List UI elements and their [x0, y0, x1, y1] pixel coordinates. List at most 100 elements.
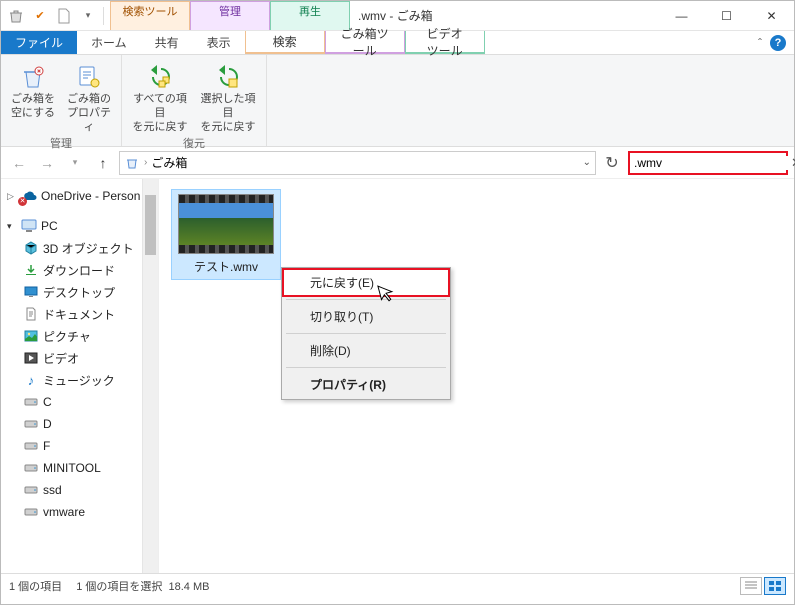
sidebar-item-onedrive[interactable]: ▷ ✕ OneDrive - Person: [1, 185, 158, 207]
sidebar-item-drive-ssd[interactable]: ssd: [1, 479, 158, 501]
help-icon[interactable]: ?: [770, 35, 786, 51]
sidebar-item-pc[interactable]: ▾ PC: [1, 215, 158, 237]
status-item-count: 1 個の項目: [9, 578, 62, 594]
tab-view[interactable]: 表示: [193, 31, 245, 54]
restore-selected-icon: [212, 61, 244, 93]
sidebar-item-label: PC: [41, 219, 58, 233]
sidebar-scrollbar[interactable]: [142, 179, 158, 573]
maximize-button[interactable]: ☐: [704, 1, 749, 30]
collapse-icon[interactable]: ▾: [7, 221, 17, 232]
sidebar-item-drive-vmware[interactable]: vmware: [1, 501, 158, 523]
pictures-icon: [23, 328, 39, 344]
ribbon-tabstrip: ファイル ホーム 共有 表示 検索 ごみ箱ツール ビデオ ツール ˆ ?: [1, 31, 794, 55]
file-item[interactable]: テスト.wmv: [171, 189, 281, 280]
search-input[interactable]: ✕: [628, 151, 788, 175]
file-list-pane[interactable]: テスト.wmv: [159, 179, 794, 573]
search-field[interactable]: [634, 156, 789, 170]
breadcrumb[interactable]: › ごみ箱 ⌄: [119, 151, 596, 175]
ctxmenu-properties[interactable]: プロパティ(R): [282, 370, 450, 399]
divider: [103, 7, 104, 25]
cube-icon: [23, 240, 39, 256]
sidebar-item-drive-f[interactable]: F: [1, 435, 158, 457]
ctxmenu-restore[interactable]: 元に戻す(E): [282, 268, 450, 297]
document-icon: [23, 306, 39, 322]
ctx-tab-manage[interactable]: 管理: [190, 1, 270, 30]
view-toggle-group: [740, 577, 786, 595]
window-title: .wmv - ごみ箱: [350, 1, 659, 30]
tab-share[interactable]: 共有: [141, 31, 193, 54]
refresh-button[interactable]: ↻: [600, 153, 624, 173]
sidebar-item-desktop[interactable]: デスクトップ: [1, 281, 158, 303]
tab-search-tools[interactable]: 検索: [245, 31, 325, 54]
sidebar-item-3dobjects[interactable]: 3D オブジェクト: [1, 237, 158, 259]
qat-dropdown-icon[interactable]: ▾: [77, 5, 99, 27]
drive-icon: [23, 482, 39, 498]
sidebar-item-downloads[interactable]: ダウンロード: [1, 259, 158, 281]
ribbon-group-restore: すべての項目を元に戻す 選択した項目を元に戻す 復元: [122, 55, 267, 146]
minimize-button[interactable]: ―: [659, 1, 704, 30]
empty-recycle-bin-button[interactable]: ごみ箱を空にする: [7, 59, 59, 134]
back-button[interactable]: ←: [7, 151, 31, 175]
expand-icon[interactable]: ▷: [7, 191, 17, 202]
video-thumbnail: [178, 194, 274, 254]
check-icon[interactable]: ✔: [29, 5, 51, 27]
sidebar-item-label: F: [43, 439, 50, 453]
close-button[interactable]: ✕: [749, 1, 794, 30]
forward-button[interactable]: →: [35, 151, 59, 175]
recycle-bin-icon: [124, 155, 140, 171]
restore-selected-button[interactable]: 選択した項目を元に戻す: [196, 59, 260, 134]
sidebar-item-label: ダウンロード: [43, 262, 115, 279]
quick-access-toolbar: ✔ ▾: [1, 1, 110, 30]
navigation-pane[interactable]: ▷ ✕ OneDrive - Person ▾ PC 3D オブジェクト ダウン…: [1, 179, 159, 573]
drive-icon: [23, 504, 39, 520]
tab-home[interactable]: ホーム: [77, 31, 141, 54]
sidebar-item-label: 3D オブジェクト: [43, 240, 134, 257]
sidebar-item-label: ピクチャ: [43, 328, 91, 345]
sidebar-item-drive-d[interactable]: D: [1, 413, 158, 435]
tab-video-tools[interactable]: ビデオ ツール: [405, 31, 485, 54]
recent-locations-dropdown[interactable]: ▾: [63, 151, 87, 175]
breadcrumb-history-icon[interactable]: ⌄: [583, 157, 591, 168]
status-bar: 1 個の項目 1 個の項目を選択 18.4 MB: [1, 573, 794, 597]
scrollbar-thumb[interactable]: [145, 195, 156, 255]
details-view-button[interactable]: [740, 577, 762, 595]
file-name: テスト.wmv: [194, 258, 258, 275]
ctxmenu-separator: [286, 333, 446, 334]
ribbon: ごみ箱を空にする ごみ箱のプロパティ 管理 すべての項目を元に戻す: [1, 55, 794, 147]
tab-file[interactable]: ファイル: [1, 31, 77, 54]
pc-icon: [21, 218, 37, 234]
sidebar-item-drive-minitool[interactable]: MINITOOL: [1, 457, 158, 479]
ctx-tab-play[interactable]: 再生: [270, 1, 350, 30]
properties-icon: [73, 61, 105, 93]
drive-icon: [23, 460, 39, 476]
sidebar-item-label: ドキュメント: [43, 306, 115, 323]
sidebar-item-label: D: [43, 417, 52, 431]
sidebar-item-pictures[interactable]: ピクチャ: [1, 325, 158, 347]
ctxmenu-cut[interactable]: 切り取り(T): [282, 302, 450, 331]
drive-icon: [23, 394, 39, 410]
thumbnails-view-button[interactable]: [764, 577, 786, 595]
ctx-tab-search[interactable]: 検索ツール: [110, 1, 190, 30]
recycle-bin-properties-button[interactable]: ごみ箱のプロパティ: [63, 59, 115, 134]
sidebar-item-label: ミュージック: [43, 372, 115, 389]
restore-all-button[interactable]: すべての項目を元に戻す: [128, 59, 192, 134]
window-controls: ― ☐ ✕: [659, 1, 794, 30]
sidebar-item-documents[interactable]: ドキュメント: [1, 303, 158, 325]
sidebar-item-drive-c[interactable]: C: [1, 391, 158, 413]
contextual-tab-headers: 検索ツール 管理 再生: [110, 1, 350, 30]
ribbon-group-manage: ごみ箱を空にする ごみ箱のプロパティ 管理: [1, 55, 122, 146]
collapse-ribbon-icon[interactable]: ˆ: [758, 36, 762, 50]
sidebar-item-music[interactable]: ♪ ミュージック: [1, 369, 158, 391]
drive-icon: [23, 416, 39, 432]
clear-search-icon[interactable]: ✕: [789, 155, 795, 171]
ctxmenu-delete[interactable]: 削除(D): [282, 336, 450, 365]
tab-recycle-tools[interactable]: ごみ箱ツール: [325, 31, 405, 54]
document-icon[interactable]: [53, 5, 75, 27]
up-button[interactable]: ↑: [91, 151, 115, 175]
breadcrumb-current[interactable]: ごみ箱: [151, 154, 187, 171]
breadcrumb-separator: ›: [144, 157, 147, 168]
download-icon: [23, 262, 39, 278]
sidebar-item-videos[interactable]: ビデオ: [1, 347, 158, 369]
sidebar-item-label: ビデオ: [43, 350, 79, 367]
recycle-bin-icon[interactable]: [5, 5, 27, 27]
